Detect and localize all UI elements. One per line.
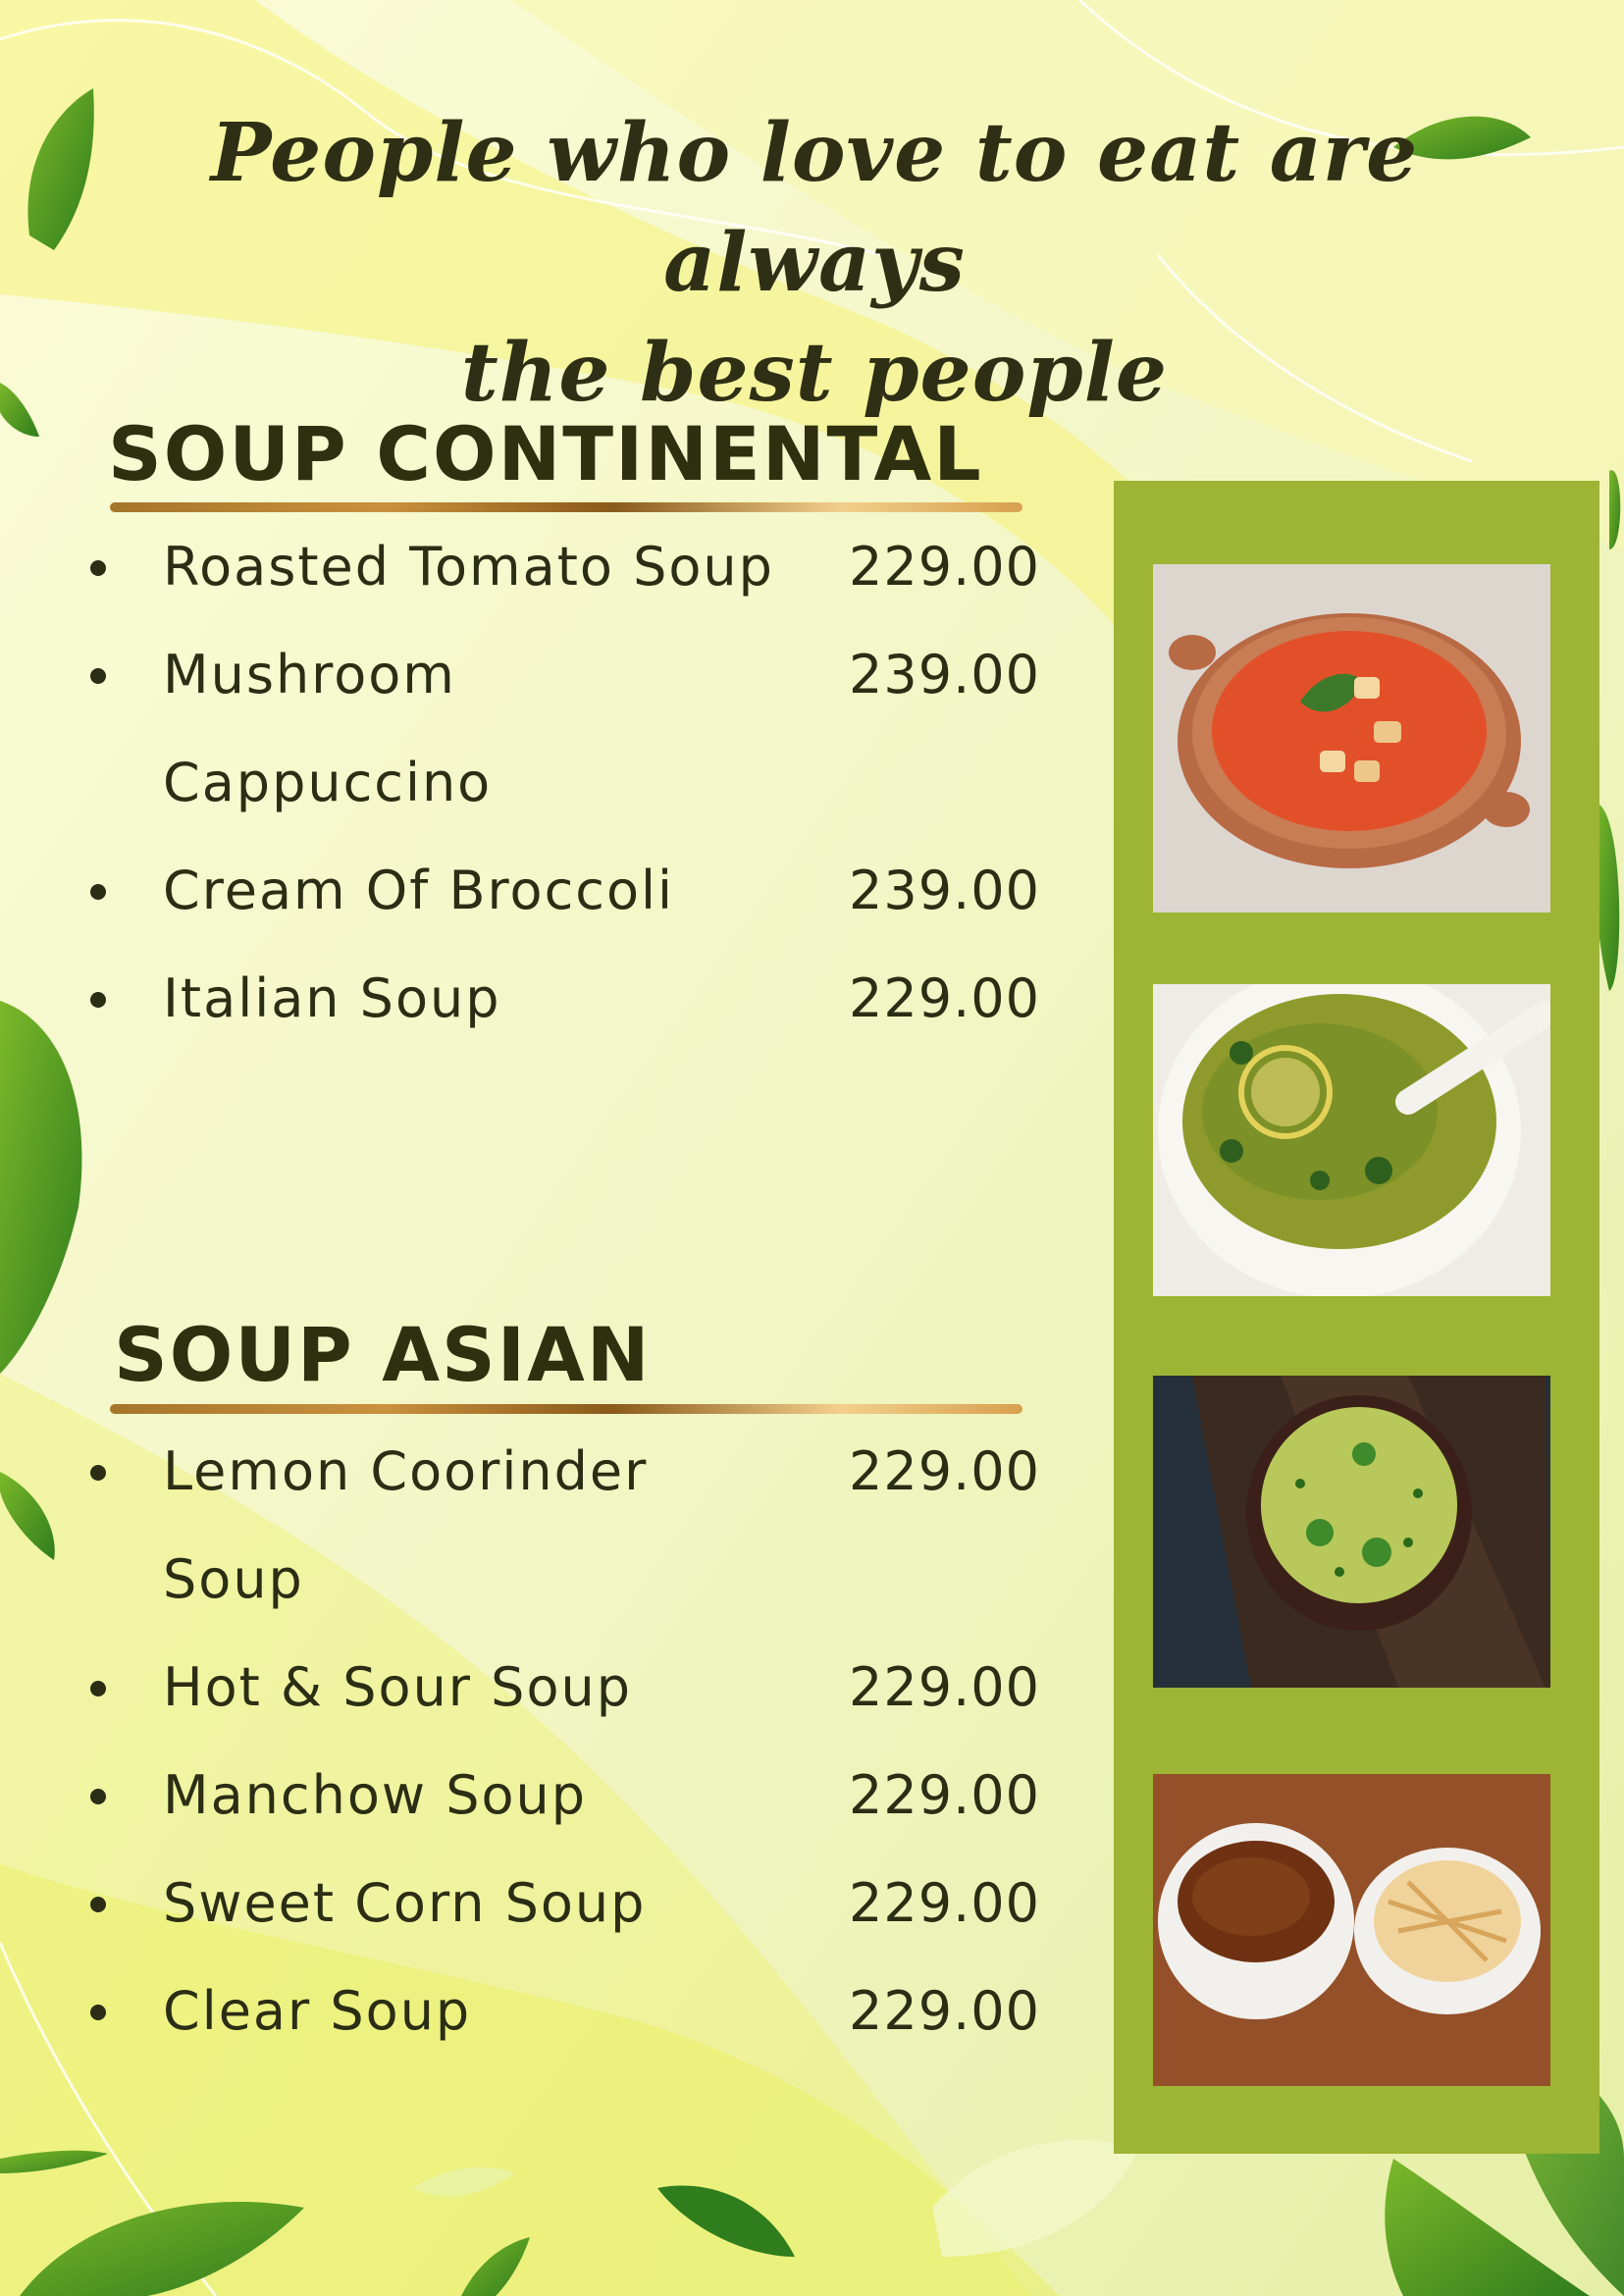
list-item: Sweet Corn Soup 229.00 (90, 1850, 1040, 1957)
bullet-icon (90, 668, 106, 684)
tomato-soup-photo (1153, 564, 1550, 913)
list-item: Hot & Sour Soup 229.00 (90, 1634, 1040, 1742)
broccoli-soup-photo (1153, 1376, 1550, 1688)
item-name: Cream Of Broccoli (163, 860, 675, 921)
bullet-icon (90, 2005, 106, 2020)
bullet-icon (90, 992, 106, 1008)
item-name: Hot & Sour Soup (163, 1656, 632, 1718)
section-title-asian: SOUP ASIAN (114, 1311, 652, 1398)
menu-list-continental: Roasted Tomato Soup 229.00 Mushroom Capp… (90, 513, 1040, 1053)
tagline: People who love to eat are always the be… (177, 98, 1452, 428)
item-price: 239.00 (849, 860, 1040, 921)
list-item: Italian Soup 229.00 (90, 945, 1040, 1053)
item-name: Clear Soup (163, 1980, 472, 2042)
section-divider-continental (110, 502, 1022, 512)
item-name: Sweet Corn Soup (163, 1872, 647, 1934)
item-name: Mushroom Cappuccino (163, 644, 493, 813)
item-price: 229.00 (849, 1980, 1040, 2042)
list-item: Manchow Soup 229.00 (90, 1742, 1040, 1850)
tagline-line-1: People who love to eat are always (210, 106, 1419, 310)
manchow-soup-photo (1153, 1774, 1550, 2086)
bullet-icon (90, 1681, 106, 1696)
bullet-icon (90, 1897, 106, 1912)
item-price: 229.00 (849, 1440, 1040, 1502)
item-price: 229.00 (849, 536, 1040, 598)
list-item: Cream Of Broccoli 239.00 (90, 837, 1040, 945)
list-item: Roasted Tomato Soup 229.00 (90, 513, 1040, 621)
item-name: Roasted Tomato Soup (163, 536, 774, 598)
item-name: Lemon Coorinder Soup (163, 1440, 649, 1610)
bullet-icon (90, 1789, 106, 1804)
item-price: 229.00 (849, 1872, 1040, 1934)
menu-list-asian: Lemon Coorinder Soup 229.00 Hot & Sour S… (90, 1418, 1040, 2065)
section-divider-asian (110, 1404, 1022, 1414)
bullet-icon (90, 560, 106, 576)
item-price: 229.00 (849, 967, 1040, 1029)
item-name: Manchow Soup (163, 1764, 588, 1826)
lemon-coriander-soup-photo (1153, 984, 1550, 1296)
list-item: Clear Soup 229.00 (90, 1957, 1040, 2065)
item-price: 229.00 (849, 1656, 1040, 1718)
item-name: Italian Soup (163, 967, 501, 1029)
list-item: Lemon Coorinder Soup 229.00 (90, 1418, 1040, 1634)
bullet-icon (90, 884, 106, 900)
bullet-icon (90, 1465, 106, 1481)
list-item: Mushroom Cappuccino 239.00 (90, 621, 1040, 837)
photo-panel (1114, 481, 1599, 2154)
section-title-continental: SOUP CONTINENTAL (108, 410, 983, 497)
item-price: 229.00 (849, 1764, 1040, 1826)
item-price: 239.00 (849, 644, 1040, 705)
